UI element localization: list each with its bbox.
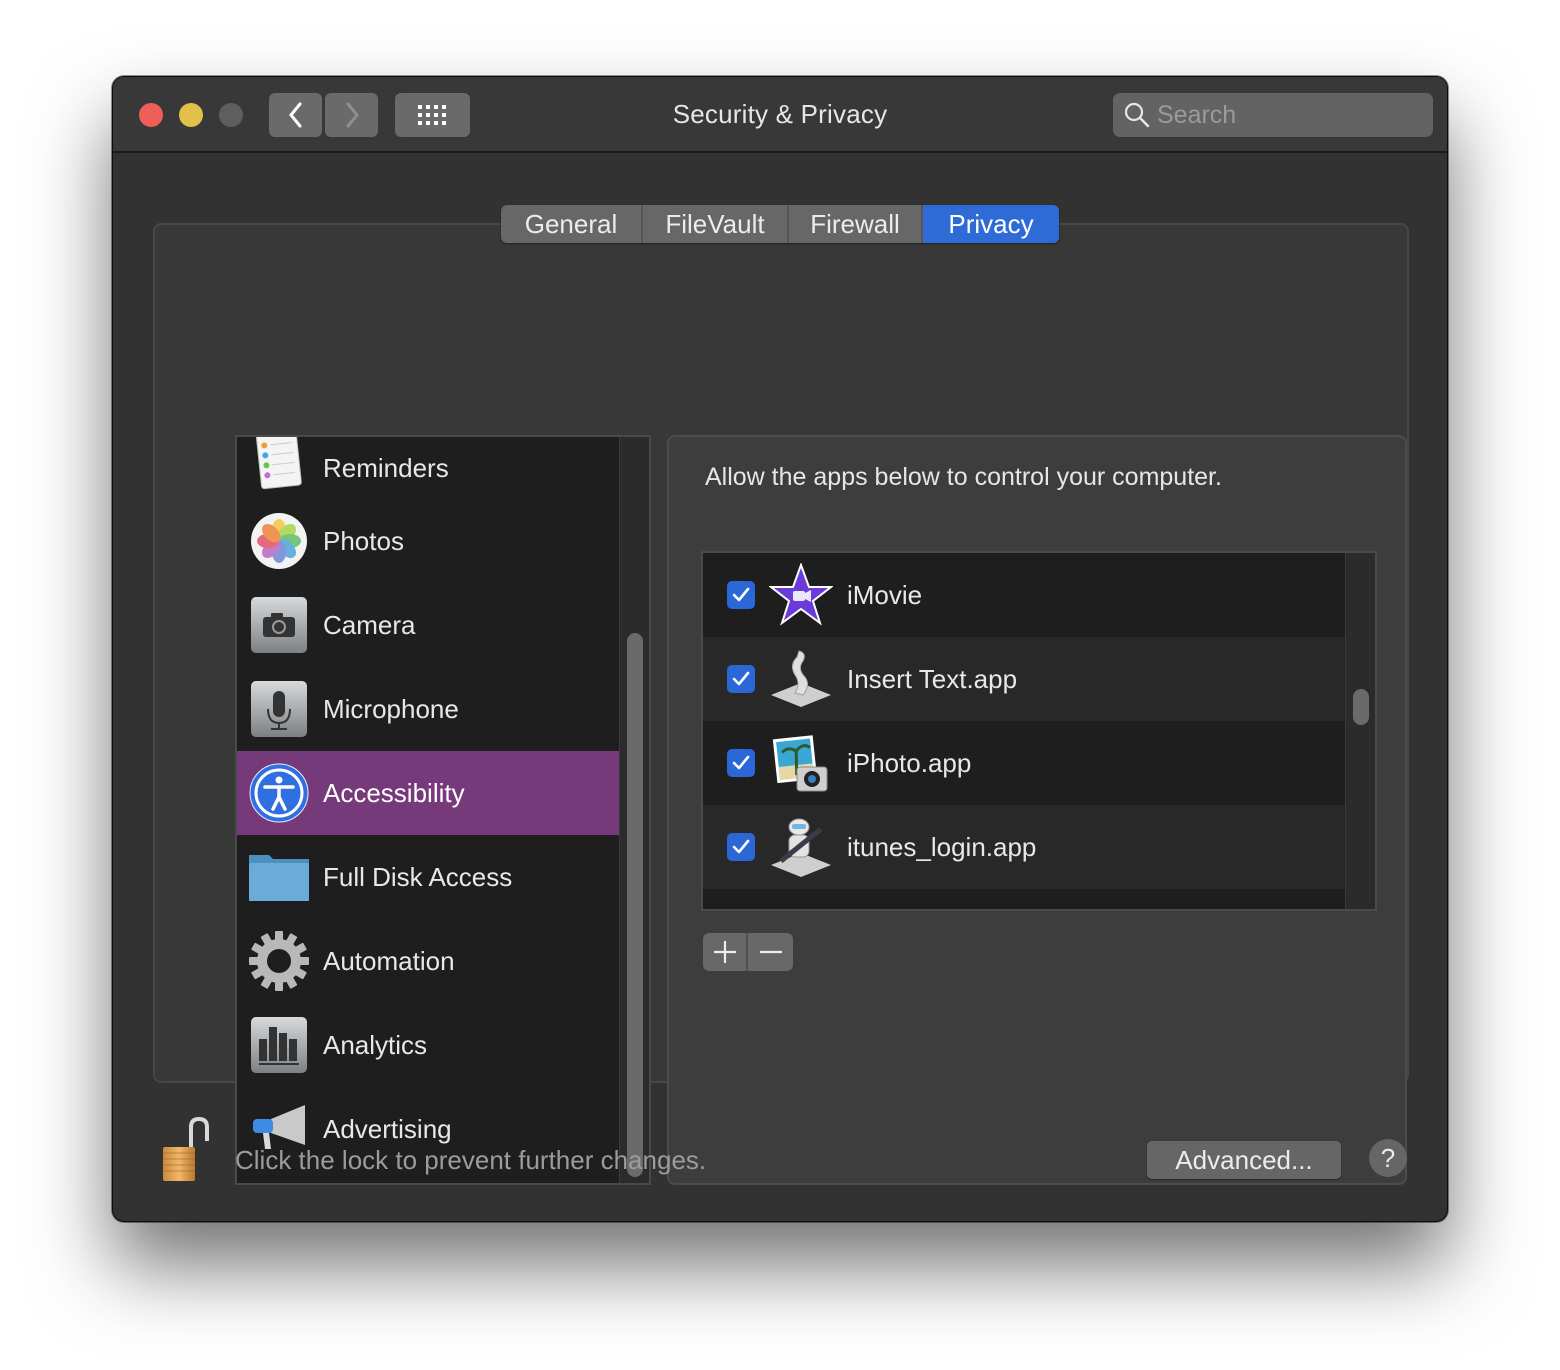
- sidebar-scroll-thumb[interactable]: [627, 633, 643, 1177]
- add-remove-control: [703, 933, 793, 971]
- app-name: Insert Text.app: [847, 663, 1018, 694]
- app-list-scrollbar[interactable]: [1345, 553, 1375, 909]
- camera-icon: [251, 597, 307, 653]
- tab-bar: General FileVault Firewall Privacy: [501, 205, 1059, 243]
- app-checkbox[interactable]: [727, 833, 755, 861]
- reminders-icon: [255, 437, 302, 490]
- app-row-iphoto[interactable]: iPhoto.app: [703, 721, 1345, 805]
- sidebar-item-microphone[interactable]: Microphone: [237, 667, 619, 751]
- imovie-icon: [769, 563, 833, 626]
- folder-icon: [249, 855, 309, 901]
- search-icon: [1124, 102, 1150, 128]
- app-name: iPhoto.app: [847, 747, 972, 778]
- app-checkbox[interactable]: [727, 749, 755, 777]
- sidebar-item-label: Microphone: [323, 693, 459, 724]
- lock-open-icon[interactable]: [161, 1117, 211, 1183]
- sidebar-item-label: Automation: [323, 945, 455, 976]
- analytics-icon: [251, 1017, 307, 1073]
- sidebar-item-reminders[interactable]: Reminders: [237, 437, 619, 499]
- tab-content-box: Reminders Photos Camera Microphone Acces…: [153, 223, 1409, 1185]
- iphoto-icon: [772, 735, 828, 792]
- minus-icon: [759, 950, 782, 954]
- plus-icon: [713, 941, 736, 963]
- privacy-category-list: Reminders Photos Camera Microphone Acces…: [235, 435, 651, 1185]
- lock-status-text: Click the lock to prevent further change…: [235, 1145, 707, 1175]
- sidebar-item-label: Photos: [323, 525, 404, 556]
- automator-icon: [771, 818, 831, 877]
- checkmark-icon: [732, 839, 750, 854]
- sidebar-item-label: Advertising: [323, 1113, 452, 1144]
- sidebar-item-accessibility[interactable]: Accessibility: [237, 751, 619, 835]
- app-name: iMovie: [847, 579, 923, 610]
- script-icon: [771, 650, 831, 707]
- sidebar-item-label: Reminders: [323, 452, 449, 483]
- security-privacy-window: Security & Privacy Reminders: [112, 76, 1448, 1222]
- add-app-button[interactable]: [703, 933, 748, 971]
- remove-app-button[interactable]: [748, 933, 793, 971]
- checkmark-icon: [732, 587, 750, 602]
- search-field[interactable]: [1113, 93, 1433, 137]
- app-list-scroll-thumb[interactable]: [1353, 689, 1369, 725]
- sidebar-item-label: Camera: [323, 609, 416, 640]
- accessibility-icon: [249, 763, 309, 823]
- checkmark-icon: [732, 671, 750, 686]
- help-button[interactable]: ?: [1369, 1139, 1407, 1177]
- app-checkbox[interactable]: [727, 665, 755, 693]
- title-bar: Security & Privacy: [113, 77, 1447, 153]
- app-row-itunes-login[interactable]: itunes_login.app: [703, 805, 1345, 889]
- accessibility-panel: Allow the apps below to control your com…: [667, 435, 1407, 1185]
- sidebar-item-full-disk-access[interactable]: Full Disk Access: [237, 835, 619, 919]
- checkmark-icon: [732, 755, 750, 770]
- search-input[interactable]: [1157, 100, 1417, 130]
- app-row-itunes-partial[interactable]: [703, 889, 1345, 909]
- advanced-button[interactable]: Advanced...: [1147, 1141, 1341, 1179]
- tab-general[interactable]: General: [501, 205, 643, 243]
- sidebar-scrollbar[interactable]: [619, 437, 649, 1183]
- panel-description: Allow the apps below to control your com…: [705, 463, 1222, 491]
- app-checkbox[interactable]: [727, 581, 755, 609]
- sidebar-item-camera[interactable]: Camera: [237, 583, 619, 667]
- gear-icon: [249, 931, 309, 991]
- tab-filevault[interactable]: FileVault: [643, 205, 789, 243]
- microphone-icon: [251, 681, 307, 737]
- app-name: itunes_login.app: [847, 831, 1037, 862]
- sidebar-item-automation[interactable]: Automation: [237, 919, 619, 1003]
- sidebar-item-label: Full Disk Access: [323, 861, 513, 892]
- sidebar-item-label: Analytics: [323, 1029, 428, 1060]
- photos-icon: [251, 513, 307, 569]
- sidebar-item-label: Accessibility: [323, 777, 465, 808]
- app-row-imovie[interactable]: iMovie: [703, 553, 1345, 637]
- tab-privacy[interactable]: Privacy: [923, 205, 1059, 243]
- tab-firewall[interactable]: Firewall: [789, 205, 923, 243]
- sidebar-item-analytics[interactable]: Analytics: [237, 1003, 619, 1087]
- app-list: iMovie Insert Text.app iPhoto.app itunes…: [701, 551, 1377, 911]
- app-row-insert-text[interactable]: Insert Text.app: [703, 637, 1345, 721]
- sidebar-item-photos[interactable]: Photos: [237, 499, 619, 583]
